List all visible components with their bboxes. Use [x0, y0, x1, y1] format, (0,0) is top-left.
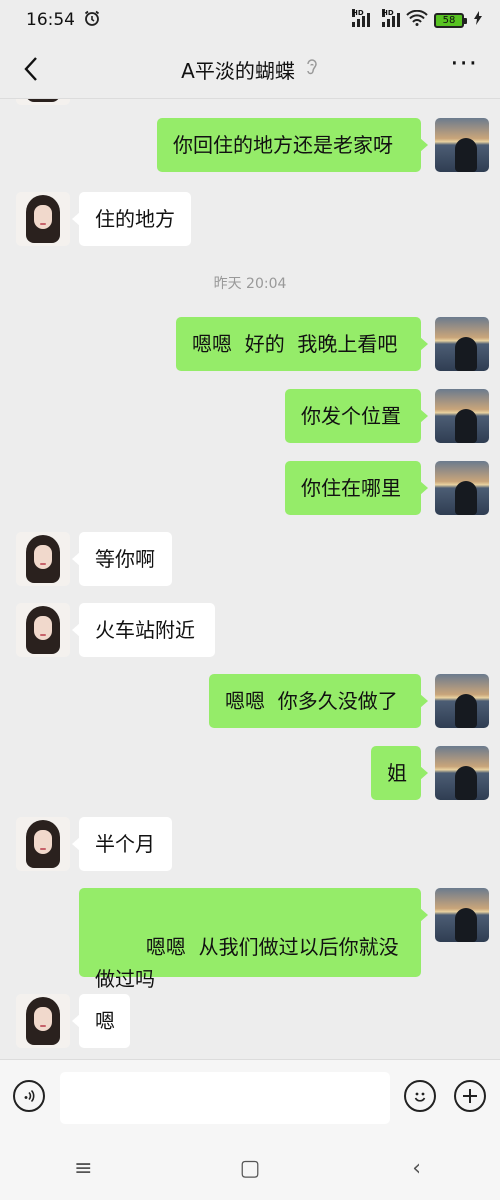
message-row: 嗯嗯 你多久没做了 — [0, 674, 500, 730]
back-button[interactable] — [14, 52, 48, 86]
message-text: 火车站附近 — [95, 618, 195, 642]
chevron-left-icon — [24, 57, 37, 81]
avatar-her[interactable] — [16, 192, 70, 246]
charging-icon — [474, 10, 482, 30]
message-row: 你回住的地方还是老家呀 — [0, 118, 500, 174]
message-bubble-her[interactable]: 火车站附近 — [72, 603, 215, 657]
message-row: 姐 — [0, 746, 500, 802]
chat-title: A平淡的蝴蝶 — [181, 58, 295, 83]
alarm-icon — [83, 9, 101, 32]
message-bubble-me[interactable]: 嗯嗯 你多久没做了 — [209, 674, 428, 728]
input-bar — [0, 1059, 500, 1138]
avatar-me[interactable] — [435, 389, 489, 443]
voice-icon — [24, 1089, 35, 1103]
status-time: 16:54 — [26, 10, 75, 30]
message-row: 你发个位置 — [0, 389, 500, 445]
message-row: 等你啊 — [0, 532, 500, 588]
avatar-her[interactable] — [16, 99, 70, 105]
message-text: 嗯嗯 好的 我晚上看吧 — [192, 332, 398, 356]
emoji-icon — [414, 1092, 426, 1102]
nav-back-button[interactable]: ‹ — [377, 1156, 457, 1181]
avatar-me[interactable] — [435, 461, 489, 515]
avatar-me[interactable] — [435, 118, 489, 172]
message-text: 你住在哪里 — [301, 476, 401, 500]
message-text: 嗯嗯 从我们做过以后你就没做过吗 — [95, 935, 399, 991]
more-button[interactable]: ··· — [450, 51, 478, 77]
message-bubble-me[interactable]: 嗯嗯 从我们做过以后你就没做过吗 — [79, 888, 428, 991]
signal-icon-2: HD — [382, 9, 400, 27]
message-row: 住的地方 — [0, 192, 500, 248]
plus-icon — [463, 1089, 477, 1103]
message-bubble-me[interactable]: 姐 — [371, 746, 428, 800]
message-bubble-me[interactable]: 你发个位置 — [285, 389, 428, 443]
avatar-her[interactable] — [16, 532, 70, 586]
message-row: 半个月 — [0, 817, 500, 873]
chat-screen: 16:54 HD HD 58 A平淡的蝴蝶 ··· 你回住的地方还是老家呀 住的… — [0, 0, 500, 1200]
message-text: 住的地方 — [95, 207, 175, 231]
avatar-me[interactable] — [435, 888, 489, 942]
message-bubble-her[interactable]: 半个月 — [72, 817, 172, 871]
message-text: 你发个位置 — [301, 404, 401, 428]
avatar-her[interactable] — [16, 994, 70, 1048]
plus-button[interactable] — [454, 1080, 486, 1112]
system-nav-bar: ≡ ▢ ‹ — [0, 1137, 500, 1200]
avatar-me[interactable] — [435, 746, 489, 800]
message-row: 火车站附近 — [0, 603, 500, 659]
chat-message-list[interactable]: 你回住的地方还是老家呀 住的地方 昨天 20:04 嗯嗯 好的 我晚上看吧 你发… — [0, 99, 500, 1059]
nav-menu-button[interactable]: ≡ — [43, 1156, 123, 1181]
message-text: 姐 — [387, 761, 407, 785]
status-bar: 16:54 HD HD 58 — [0, 0, 500, 40]
message-text: 嗯 — [95, 1009, 115, 1033]
emoji-button[interactable] — [404, 1080, 436, 1112]
message-bubble-her[interactable]: 住的地方 — [72, 192, 191, 246]
message-bubble-her[interactable]: 等你啊 — [72, 532, 172, 586]
avatar-me[interactable] — [435, 317, 489, 371]
message-row: 嗯 — [0, 994, 500, 1050]
message-timestamp: 昨天 20:04 — [213, 276, 287, 292]
message-input[interactable] — [60, 1072, 390, 1124]
hd-label: HD — [352, 9, 364, 17]
voice-button[interactable] — [13, 1080, 45, 1112]
message-bubble-me[interactable]: 你住在哪里 — [285, 461, 428, 515]
signal-icon: HD — [352, 9, 370, 27]
ear-icon — [305, 58, 319, 80]
hd-label-2: HD — [382, 9, 394, 17]
message-text: 嗯嗯 你多久没做了 — [225, 689, 398, 713]
message-bubble-me[interactable]: 嗯嗯 好的 我晚上看吧 — [176, 317, 428, 371]
message-row: 嗯嗯 好的 我晚上看吧 — [0, 317, 500, 373]
nav-home-button[interactable]: ▢ — [210, 1156, 290, 1181]
message-text: 半个月 — [95, 832, 155, 856]
message-text: 等你啊 — [95, 547, 155, 571]
avatar-me[interactable] — [435, 674, 489, 728]
wifi-icon — [406, 9, 428, 31]
chat-header: A平淡的蝴蝶 ··· — [0, 40, 500, 99]
battery-level: 58 — [442, 14, 456, 26]
message-bubble-me[interactable]: 你回住的地方还是老家呀 — [157, 118, 428, 172]
message-text: 你回住的地方还是老家呀 — [173, 133, 393, 157]
message-row: 嗯嗯 从我们做过以后你就没做过吗 — [0, 888, 500, 991]
avatar-her[interactable] — [16, 603, 70, 657]
message-row-partial — [0, 99, 500, 105]
message-row: 你住在哪里 — [0, 461, 500, 517]
message-bubble-her[interactable]: 嗯 — [72, 994, 130, 1048]
avatar-her[interactable] — [16, 817, 70, 871]
battery-icon: 58 — [434, 12, 467, 28]
